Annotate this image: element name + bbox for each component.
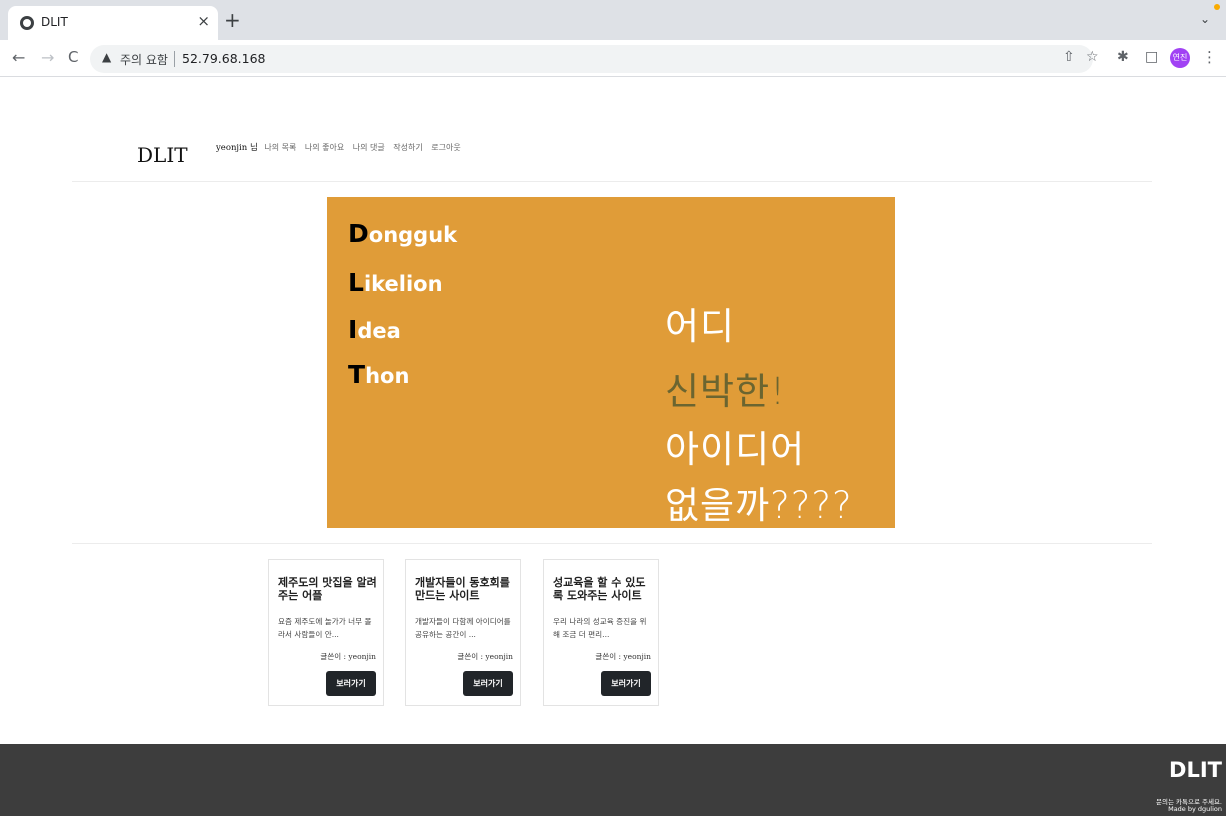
user-greeting: yeonjin 님 (216, 143, 258, 153)
header-divider (72, 181, 1152, 182)
site-logo[interactable]: DLIT (137, 143, 188, 167)
footer-credit-text: Made by dgulion (1168, 805, 1222, 813)
omnibox-divider (174, 51, 175, 67)
close-tab-icon[interactable]: × (197, 12, 210, 30)
idea-card: 개발자들이 동호회를 만드는 사이트 개발자들이 다함께 아이디어를 공유하는 … (405, 559, 521, 706)
share-icon[interactable]: ⇧ (1063, 49, 1075, 65)
card-description: 개발자들이 다함께 아이디어를 공유하는 공간이 ... (415, 617, 511, 639)
nav-my-comments[interactable]: 나의 댓글 (353, 143, 385, 152)
slogan-line: 없을까???? (665, 484, 853, 527)
browser-toolbar: ← → C ▲ 주의 요함 52.79.68.168 ⇧ ☆ ✱ □ 연진 ⋮ (0, 40, 1226, 77)
back-icon[interactable]: ← (12, 48, 25, 67)
more-menu-icon[interactable]: ⋮ (1202, 48, 1217, 66)
acronym-line-likelion: Likelion (348, 268, 443, 297)
card-description: 요즘 제주도에 놀가가 너무 몰라서 사람들이 안... (278, 617, 372, 639)
card-author: 글쓴이 : yeonjin (595, 652, 651, 661)
hero-banner: Dongguk Likelion Idea Thon 어디 신박한! 아이디어 … (327, 197, 895, 528)
banner-divider (72, 543, 1152, 544)
security-label[interactable]: 주의 요함 (120, 51, 168, 68)
warning-icon[interactable]: ▲ (102, 50, 111, 64)
nav-logout[interactable]: 로그아웃 (431, 143, 460, 152)
card-author: 글쓴이 : yeonjin (320, 652, 376, 661)
browser-tab[interactable]: DLIT × (8, 6, 218, 40)
site-footer: DLIT 문의는 카톡으로 주세요. Made by dgulion (0, 744, 1226, 816)
card-title: 성교육을 할 수 있도록 도와주는 사이트 (553, 576, 646, 602)
view-button[interactable]: 보러가기 (463, 671, 513, 696)
view-button[interactable]: 보러가기 (326, 671, 376, 696)
url-text[interactable]: 52.79.68.168 (182, 51, 266, 66)
browser-tab-strip: DLIT × + ⌄ (0, 0, 1226, 40)
card-title: 개발자들이 동호회를 만드는 사이트 (415, 576, 510, 602)
slogan-line: 어디 (665, 305, 736, 348)
card-title: 제주도의 맛집을 알려주는 어플 (278, 576, 377, 602)
reload-icon[interactable]: C (68, 48, 78, 66)
acronym-line-thon: Thon (348, 360, 410, 389)
acronym-line-idea: Idea (348, 315, 401, 344)
globe-icon (20, 16, 34, 30)
slogan-line: 신박한! (665, 370, 786, 413)
star-icon[interactable]: ☆ (1086, 49, 1099, 65)
acronym-line-dongguk: Dongguk (348, 219, 458, 248)
idea-card: 성교육을 할 수 있도록 도와주는 사이트 우리 나라의 성교육 증진을 위해 … (543, 559, 659, 706)
tab-title: DLIT (41, 15, 68, 29)
extensions-icon[interactable]: ✱ (1117, 49, 1129, 65)
notification-dot (1214, 4, 1220, 10)
forward-icon[interactable]: → (41, 48, 54, 67)
site-nav: yeonjin 님 나의 목록 나의 좋아요 나의 댓글 작성하기 로그아웃 (216, 141, 467, 153)
slogan-line: 아이디어 (665, 428, 806, 471)
nav-my-likes[interactable]: 나의 좋아요 (305, 143, 344, 152)
card-author: 글쓴이 : yeonjin (457, 652, 513, 661)
profile-avatar[interactable]: 연진 (1170, 48, 1190, 68)
view-button[interactable]: 보러가기 (601, 671, 651, 696)
nav-write[interactable]: 작성하기 (393, 143, 422, 152)
footer-logo: DLIT (1169, 758, 1222, 782)
idea-card: 제주도의 맛집을 알려주는 어플 요즘 제주도에 놀가가 너무 몰라서 사람들이… (268, 559, 384, 706)
address-bar[interactable]: ▲ 주의 요함 52.79.68.168 (90, 45, 1093, 73)
chevron-down-icon[interactable]: ⌄ (1200, 12, 1210, 26)
new-tab-icon[interactable]: + (224, 8, 241, 32)
side-panel-icon[interactable]: □ (1145, 49, 1158, 65)
card-description: 우리 나라의 성교육 증진을 위해 조금 더 편리... (553, 617, 647, 639)
nav-my-list[interactable]: 나의 목록 (264, 143, 296, 152)
